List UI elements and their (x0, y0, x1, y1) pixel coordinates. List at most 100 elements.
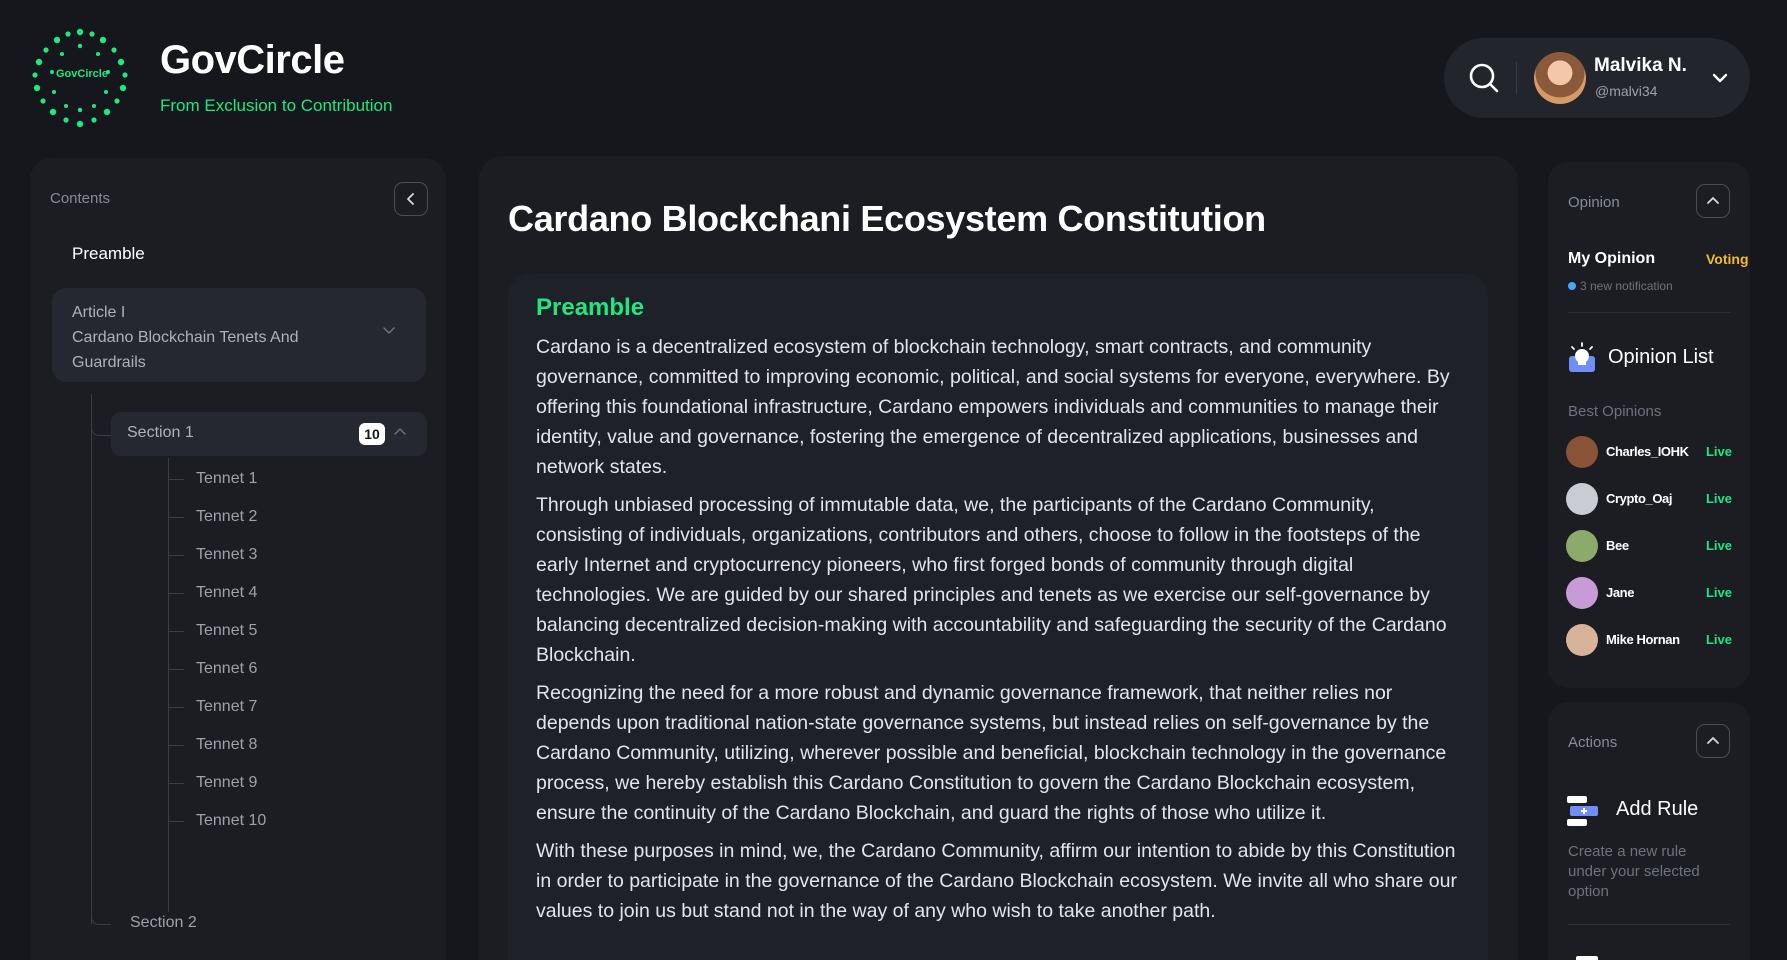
avatar (1566, 530, 1598, 562)
tennet-label: Tennet 4 (196, 584, 258, 601)
document-card: Preamble Cardano is a decentralized ecos… (508, 274, 1488, 960)
user-menu[interactable]: Malvika N. @malvi34 (1444, 38, 1750, 118)
divider (1568, 924, 1730, 925)
live-badge: Live (1705, 491, 1732, 506)
add-rule-button[interactable]: Add Rule (1616, 798, 1698, 821)
action-icon (1576, 956, 1598, 960)
chevron-up-icon (1707, 197, 1719, 204)
best-opinions-label: Best Opinions (1568, 403, 1662, 420)
opinion-label: Opinion (1568, 194, 1620, 211)
user-handle: @malvi34 (1595, 83, 1658, 99)
avatar (1566, 624, 1598, 656)
toc-article-1[interactable]: Article I Cardano Blockchain Tenets And … (52, 288, 426, 382)
tennet-label: Tennet 6 (196, 660, 258, 677)
add-rule-description: Create a new rule under your selected op… (1568, 843, 1700, 900)
toc-tennet[interactable]: Tennet 6 (168, 648, 368, 690)
live-badge: Live (1705, 444, 1732, 459)
toc-tennet[interactable]: Tennet 10 (168, 800, 368, 842)
toc-tennet[interactable]: Tennet 9 (168, 762, 368, 804)
toc-section-2[interactable]: Section 2 (130, 914, 197, 932)
my-opinion-link[interactable]: My Opinion (1568, 250, 1655, 268)
toc-tennet[interactable]: Tennet 5 (168, 610, 368, 652)
opinion-item[interactable]: Bee Live (1566, 528, 1732, 562)
status-badge: Voting (1706, 251, 1749, 267)
count-badge: 10 (359, 423, 385, 445)
paragraph: With these purposes in mind, we, the Car… (536, 840, 1457, 922)
live-badge: Live (1705, 585, 1732, 600)
tennet-label: Tennet 7 (196, 698, 258, 715)
dot-icon (1568, 282, 1576, 290)
tennet-label: Tennet 9 (196, 774, 258, 791)
tennet-label: Tennet 8 (196, 736, 258, 753)
collapse-actions-button[interactable] (1696, 724, 1730, 758)
document-panel: Cardano Blockchani Ecosystem Constitutio… (478, 156, 1518, 960)
chevron-left-icon (407, 193, 414, 205)
opinion-author: Crypto_Oaj (1606, 491, 1673, 506)
opinion-author: Jane (1606, 585, 1635, 600)
paragraph: Recognizing the need for a more robust a… (536, 682, 1447, 824)
notification-indicator[interactable]: 3 new notification (1568, 279, 1673, 293)
opinion-item[interactable]: Crypto_Oaj Live (1566, 481, 1732, 515)
actions-panel: Actions Add Rule Create a new rule under… (1548, 702, 1750, 960)
opinion-author: Bee (1606, 538, 1629, 553)
article-title: Article I (72, 304, 126, 321)
live-badge: Live (1705, 632, 1732, 647)
brand-tagline: From Exclusion to Contribution (160, 96, 393, 115)
collapse-opinion-button[interactable] (1696, 184, 1730, 218)
opinion-item[interactable]: Jane Live (1566, 575, 1732, 609)
article-subtitle: Cardano Blockchain Tenets And Guardrails (72, 329, 299, 371)
toc-tennet[interactable]: Tennet 8 (168, 724, 368, 766)
tennet-label: Tennet 2 (196, 508, 258, 525)
govcircle-logo[interactable]: GovCircle (28, 26, 132, 130)
chevron-down-icon (383, 327, 395, 335)
live-badge: Live (1705, 538, 1732, 553)
actions-label: Actions (1568, 734, 1618, 751)
toc-tennet[interactable]: Tennet 4 (168, 572, 368, 614)
paragraph: Cardano is a decentralized ecosystem of … (536, 336, 1450, 478)
toc-preamble[interactable]: Preamble (72, 244, 145, 264)
toc-tennet[interactable]: Tennet 1 (168, 458, 368, 500)
opinion-panel: Opinion My Opinion Voting 3 new notifica… (1548, 162, 1750, 688)
tree-elbow (91, 903, 111, 925)
section-label: Section 1 (127, 424, 194, 441)
document-title: Cardano Blockchani Ecosystem Constitutio… (508, 198, 1266, 239)
opinion-author: Mike Hornan (1606, 632, 1680, 647)
app-header: GovCircle GovCircle From Exclusion to Co… (0, 0, 1787, 140)
opinion-list-icon (1569, 342, 1595, 372)
divider (1568, 312, 1730, 313)
search-icon[interactable] (1466, 60, 1502, 96)
paragraph: Through unbiased processing of immutable… (536, 494, 1447, 666)
toc-tennet[interactable]: Tennet 7 (168, 686, 368, 728)
avatar (1566, 436, 1598, 468)
tennet-label: Tennet 5 (196, 622, 258, 639)
brand-name: GovCircle (160, 38, 345, 82)
opinion-item[interactable]: Mike Hornan Live (1566, 622, 1732, 656)
opinion-item[interactable]: Charles_IOHK Live (1566, 434, 1732, 468)
chevron-down-icon[interactable] (1710, 68, 1730, 88)
opinion-list-link[interactable]: Opinion List (1608, 346, 1714, 369)
contents-label: Contents (50, 190, 111, 207)
user-avatar[interactable] (1534, 52, 1586, 104)
logo-text: GovCircle (56, 68, 108, 80)
tennet-label: Tennet 1 (196, 470, 258, 487)
toc-tennet[interactable]: Tennet 3 (168, 534, 368, 576)
document-body: Cardano is a decentralized ecosystem of … (536, 332, 1466, 934)
avatar (1566, 577, 1598, 609)
tennet-label: Tennet 3 (196, 546, 258, 563)
user-name: Malvika N. (1594, 55, 1687, 76)
toc-tennet[interactable]: Tennet 2 (168, 496, 368, 538)
tennet-label: Tennet 10 (196, 812, 267, 829)
chevron-up-icon (394, 427, 406, 435)
add-rule-icon (1567, 796, 1598, 826)
avatar (1566, 483, 1598, 515)
notification-text: 3 new notification (1580, 279, 1673, 293)
toc-section-1[interactable]: Section 1 10 (111, 412, 427, 456)
divider (1516, 62, 1517, 94)
tree-elbow (91, 418, 111, 436)
opinion-author: Charles_IOHK (1606, 444, 1689, 459)
chevron-up-icon (1707, 737, 1719, 744)
contents-panel: Contents Preamble Article I Cardano Bloc… (30, 158, 446, 960)
section-heading: Preamble (536, 294, 645, 321)
tree-line (91, 394, 92, 924)
collapse-contents-button[interactable] (394, 182, 428, 216)
